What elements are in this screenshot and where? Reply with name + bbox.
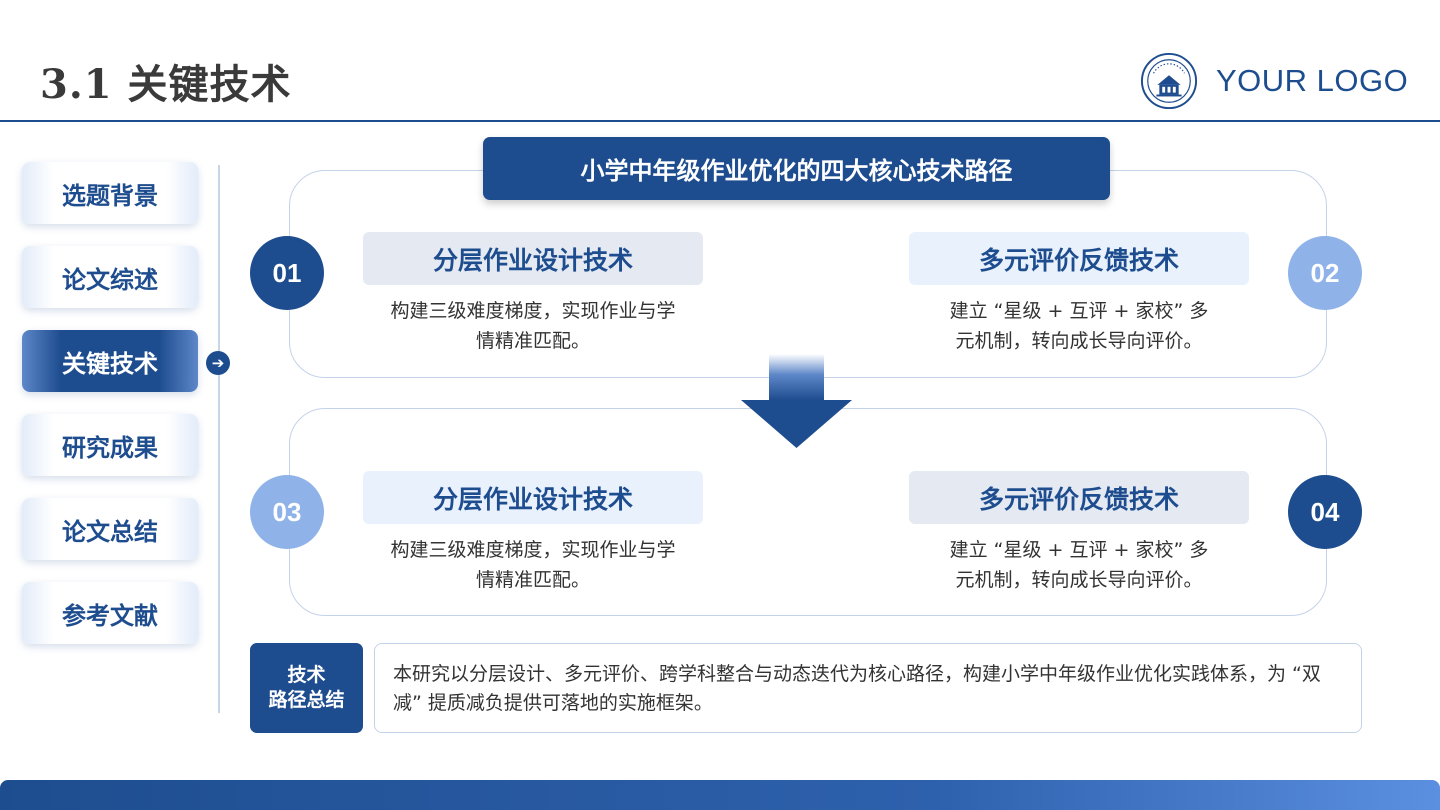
card-description-line: 构建三级难度梯度，实现作业与学	[390, 300, 676, 322]
sidebar-item-background[interactable]: 选题背景	[22, 162, 198, 224]
card-description-line: 建立 “星级 + 互评 + 家校” 多	[949, 300, 1209, 322]
sidebar-divider	[218, 165, 220, 713]
card-description: 建立 “星级 + 互评 + 家校” 多 元机制，转向成长导向评价。	[909, 535, 1249, 595]
card-description-line: 构建三级难度梯度，实现作业与学	[390, 539, 676, 561]
sidebar-item-key-tech[interactable]: 关键技术	[22, 330, 198, 392]
sidebar-item-summary[interactable]: 论文总结	[22, 498, 198, 560]
card-description: 构建三级难度梯度，实现作业与学 情精准匹配。	[363, 296, 703, 356]
summary-label-line: 技术	[287, 664, 326, 686]
card-title: 分层作业设计技术	[363, 232, 703, 285]
sidebar-item-references[interactable]: 参考文献	[22, 582, 198, 644]
logo-text: YOUR LOGO	[1216, 63, 1409, 98]
card-description-line: 建立 “星级 + 互评 + 家校” 多	[949, 539, 1209, 561]
sidebar-item-results[interactable]: 研究成果	[22, 414, 198, 476]
card-description-line: 情精准匹配。	[475, 330, 590, 352]
card-title: 多元评价反馈技术	[909, 471, 1249, 524]
card-description-line: 元机制，转向成长导向评价。	[955, 569, 1203, 591]
sidebar-item-label: 参考文献	[62, 600, 158, 630]
card-description: 构建三级难度梯度，实现作业与学 情精准匹配。	[363, 535, 703, 595]
sidebar-item-label: 论文总结	[62, 516, 158, 546]
sidebar-item-review[interactable]: 论文综述	[22, 246, 198, 308]
step-number-badge: 01	[250, 236, 324, 310]
main-title: 小学中年级作业优化的四大核心技术路径	[483, 137, 1110, 200]
sidebar-item-label: 关键技术	[62, 348, 158, 378]
university-emblem-icon	[1140, 52, 1198, 110]
logo: YOUR LOGO	[1140, 52, 1408, 110]
header-divider	[0, 120, 1440, 122]
summary-label: 技术 路径总结	[250, 643, 363, 733]
arrow-right-circle-icon: ➔	[206, 351, 230, 375]
summary-label-line: 路径总结	[268, 689, 345, 711]
card-description-line: 元机制，转向成长导向评价。	[955, 330, 1203, 352]
footer-bar	[0, 780, 1440, 810]
card-title: 分层作业设计技术	[363, 471, 703, 524]
step-number-badge: 03	[250, 475, 324, 549]
sidebar-item-label: 选题背景	[62, 180, 158, 210]
sidebar-nav: 选题背景 论文综述 关键技术 研究成果 论文总结 参考文献	[22, 162, 198, 666]
step-number-badge: 02	[1288, 236, 1362, 310]
step-number-badge: 04	[1288, 475, 1362, 549]
card-title: 多元评价反馈技术	[909, 232, 1249, 285]
arrow-down-icon	[741, 354, 852, 448]
sidebar-item-label: 论文综述	[62, 264, 158, 294]
summary-text: 本研究以分层设计、多元评价、跨学科整合与动态迭代为核心路径，构建小学中年级作业优…	[374, 643, 1362, 733]
card-description-line: 情精准匹配。	[475, 569, 590, 591]
sidebar-item-label: 研究成果	[62, 432, 158, 462]
card-description: 建立 “星级 + 互评 + 家校” 多 元机制，转向成长导向评价。	[909, 296, 1249, 356]
page-title: 3.1 关键技术	[40, 61, 292, 108]
